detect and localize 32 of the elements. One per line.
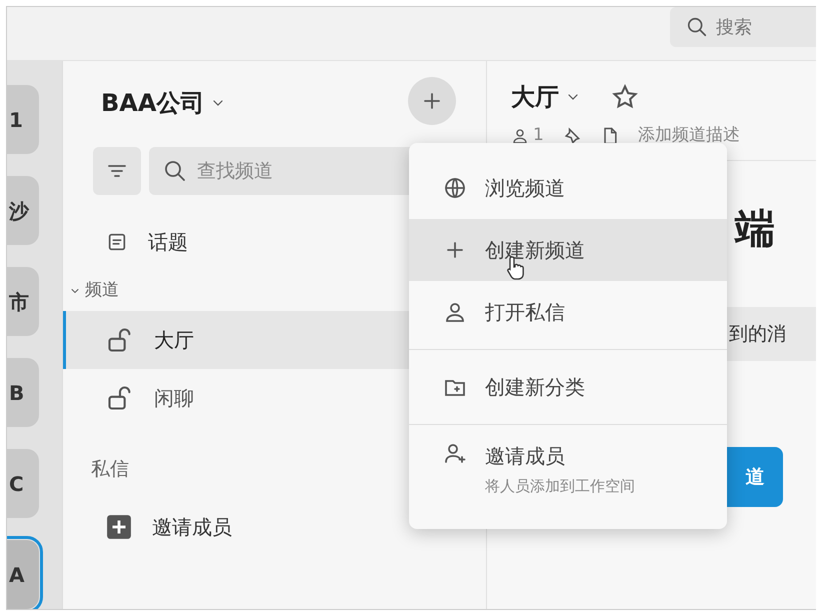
search-icon [686,16,708,38]
globe-icon [443,176,467,200]
invite-item[interactable]: 邀请成员 [63,498,486,556]
heading: 端 [735,205,776,254]
chat-icon [106,231,128,253]
section-header: 私信 [90,457,130,482]
channel-title[interactable]: 大厅 [511,79,559,115]
topics-label: 话题 [148,229,188,256]
user-icon [443,300,467,324]
filter-button[interactable] [93,147,141,195]
workspace-tab[interactable]: 1 [7,85,39,154]
workspace-name[interactable]: BAA公司 [101,85,204,121]
workspace-tab[interactable]: C [7,449,39,518]
plus-square-icon [106,514,132,540]
search-field[interactable]: 搜索 [670,7,816,47]
menu-item[interactable]: 创建新频道 [409,219,727,281]
workspace-tab[interactable]: 沙 [7,176,39,245]
add-button[interactable] [408,77,456,125]
primary-button[interactable]: 道 [727,447,783,507]
section-header: 频道 [85,279,119,302]
menu-item-subtitle: 将人员添加到工作空间 [485,476,635,497]
search-placeholder: 搜索 [716,16,752,40]
user-icon [511,126,529,145]
search-placeholder: 查找频道 [197,158,273,184]
workspace-tab[interactable]: 市 [7,267,39,336]
workspace-tab[interactable]: A [7,540,39,609]
menu-item-label[interactable]: 邀请成员 [485,441,635,471]
search-icon [163,159,187,183]
member-count: 1 [533,124,544,147]
workspace-tab[interactable]: B [7,358,39,427]
user-add-icon [443,441,467,465]
banner-text: 到的消 [729,322,786,347]
